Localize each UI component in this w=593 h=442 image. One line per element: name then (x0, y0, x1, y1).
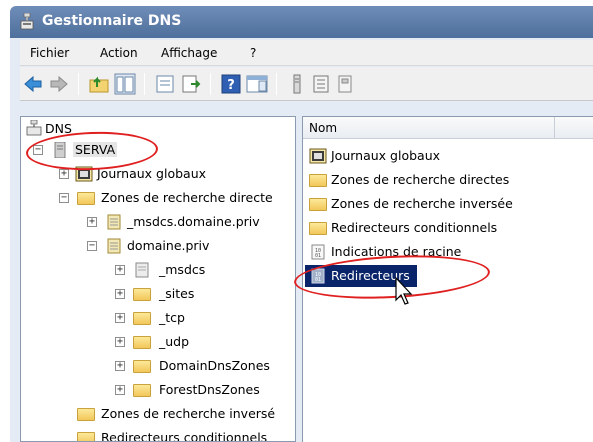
up-folder-icon[interactable] (88, 73, 110, 95)
folder-icon (133, 288, 151, 301)
tree-item-serva[interactable]: − SERVA (23, 139, 223, 161)
zone-icon[interactable] (310, 73, 332, 95)
event-log-icon (309, 148, 327, 164)
show-hide-action-pane-icon[interactable] (246, 73, 268, 95)
folder-icon (133, 384, 151, 397)
folder-icon (133, 312, 151, 325)
list-item-zones-inversees[interactable]: Zones de recherche inversée (309, 193, 559, 215)
back-icon[interactable] (22, 73, 44, 95)
folder-icon (77, 408, 95, 421)
mouse-pointer-icon (395, 276, 413, 305)
expand-icon[interactable]: + (115, 289, 125, 299)
forward-icon[interactable] (48, 73, 70, 95)
column-header-nom[interactable]: Nom (303, 117, 555, 139)
menu-affichage[interactable]: Affichage (161, 46, 217, 60)
help-icon[interactable]: ? (220, 73, 242, 95)
list-item-indications-racine[interactable]: 10 01 Indications de racine (309, 241, 559, 263)
delegation-icon (135, 262, 149, 278)
collapse-icon[interactable]: − (33, 145, 43, 155)
expand-icon[interactable]: + (115, 313, 125, 323)
server-node-icon (54, 142, 66, 158)
menu-fichier[interactable]: Fichier (30, 46, 69, 60)
tree-item-zones-directes[interactable]: − Zones de recherche directe (23, 187, 295, 209)
tree-item-msdcs[interactable]: + _msdcs (23, 259, 293, 281)
expand-icon[interactable]: + (115, 361, 125, 371)
folder-icon (77, 432, 95, 441)
folder-icon (133, 336, 151, 349)
folder-icon (309, 222, 327, 235)
server-icon[interactable] (286, 73, 308, 95)
tree-item-journaux[interactable]: + Journaux globaux (23, 163, 293, 185)
tree-item-zones-inversees[interactable]: Zones de recherche inversé (23, 403, 295, 425)
show-hide-tree-icon[interactable] (114, 73, 136, 95)
expand-icon[interactable]: + (115, 385, 125, 395)
tree-item-domaindnszones[interactable]: + DomainDnsZones (23, 355, 293, 377)
folder-icon (133, 360, 151, 373)
expand-icon[interactable]: + (115, 265, 125, 275)
expand-icon[interactable]: + (115, 337, 125, 347)
tree-item-sites[interactable]: + _sites (23, 283, 293, 305)
list-item-zones-directes[interactable]: Zones de recherche directes (309, 169, 559, 191)
zone-file-icon (107, 214, 121, 230)
svg-text:01: 01 (315, 277, 321, 283)
list-item-redirecteurs-conditionnels[interactable]: Redirecteurs conditionnels (309, 217, 559, 239)
tree-item-tcp[interactable]: + _tcp (23, 307, 293, 329)
menu-bar: Fichier Action Affichage ? (20, 40, 593, 66)
folder-icon (309, 174, 327, 187)
record-icon[interactable] (334, 73, 356, 95)
window-title: Gestionnaire DNS (42, 13, 182, 29)
menu-help[interactable]: ? (250, 46, 256, 60)
expand-icon[interactable]: + (59, 169, 69, 179)
tree-item-redirecteurs-conditionnels[interactable]: Redirecteurs conditionnels (23, 427, 295, 441)
export-icon[interactable] (180, 73, 202, 95)
tree-item-forestdnszones[interactable]: + ForestDnsZones (23, 379, 293, 401)
title-bar[interactable]: Gestionnaire DNS (10, 6, 593, 38)
tree-item-msdcs-domaine[interactable]: + _msdcs.domaine.priv (23, 211, 293, 233)
list-pane[interactable]: Nom Journaux globaux Zones de recherche … (302, 116, 593, 442)
dns-manager-icon (20, 13, 34, 30)
dns-root-icon (26, 120, 42, 136)
menu-action[interactable]: Action (100, 46, 138, 60)
list-item-journaux[interactable]: Journaux globaux (309, 145, 509, 167)
tree-item-udp[interactable]: + _udp (23, 331, 293, 353)
folder-icon (309, 198, 327, 211)
event-log-icon (75, 166, 93, 182)
properties-icon[interactable] (154, 73, 176, 95)
binary-file-icon: 10 01 (311, 244, 325, 260)
collapse-icon[interactable]: − (87, 241, 97, 251)
column-header-empty[interactable] (555, 117, 593, 139)
collapse-icon[interactable]: − (59, 193, 69, 203)
svg-text:01: 01 (315, 253, 321, 259)
toolbar: ? (20, 67, 593, 101)
zone-file-icon (107, 238, 121, 254)
tree-item-domaine-priv[interactable]: − domaine.priv (23, 235, 293, 257)
tree-item-dns[interactable]: DNS (23, 119, 223, 141)
folder-icon (77, 192, 95, 205)
binary-file-icon: 10 01 (311, 268, 325, 284)
expand-icon[interactable]: + (87, 217, 97, 227)
svg-text:?: ? (227, 78, 235, 93)
tree-pane[interactable]: DNS − SERVA + Journaux globaux − Zones d… (20, 116, 296, 442)
